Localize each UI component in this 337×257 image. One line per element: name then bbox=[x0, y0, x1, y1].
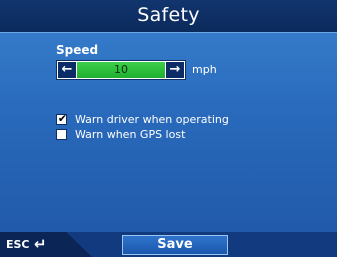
speed-stepper[interactable]: ← 10 → bbox=[56, 60, 186, 80]
warn-gps-lost-checkbox[interactable] bbox=[56, 128, 67, 140]
speed-unit: mph bbox=[192, 63, 217, 76]
title-bar: Safety bbox=[0, 0, 337, 33]
warn-gps-lost-label: Warn when GPS lost bbox=[75, 127, 186, 141]
esc-label: ESC bbox=[6, 238, 30, 251]
return-arrow-icon: ↵ bbox=[34, 235, 47, 253]
speed-label: Speed bbox=[56, 43, 99, 57]
safety-screen: Safety Speed ← 10 → mph ✔ Warn driver wh… bbox=[0, 0, 337, 257]
page-title: Safety bbox=[137, 4, 200, 26]
speed-value: 10 bbox=[77, 62, 165, 78]
arrow-left-icon[interactable]: ← bbox=[58, 62, 76, 78]
checkmark-icon: ✔ bbox=[57, 111, 68, 125]
warn-operating-checkbox[interactable]: ✔ bbox=[56, 111, 68, 125]
warn-operating-label: Warn driver when operating bbox=[75, 112, 229, 126]
warn-gps-lost-option[interactable]: Warn when GPS lost bbox=[56, 127, 185, 141]
arrow-right-icon[interactable]: → bbox=[166, 62, 184, 78]
save-button[interactable]: Save bbox=[122, 235, 228, 255]
warn-operating-option[interactable]: ✔ Warn driver when operating bbox=[56, 112, 229, 126]
